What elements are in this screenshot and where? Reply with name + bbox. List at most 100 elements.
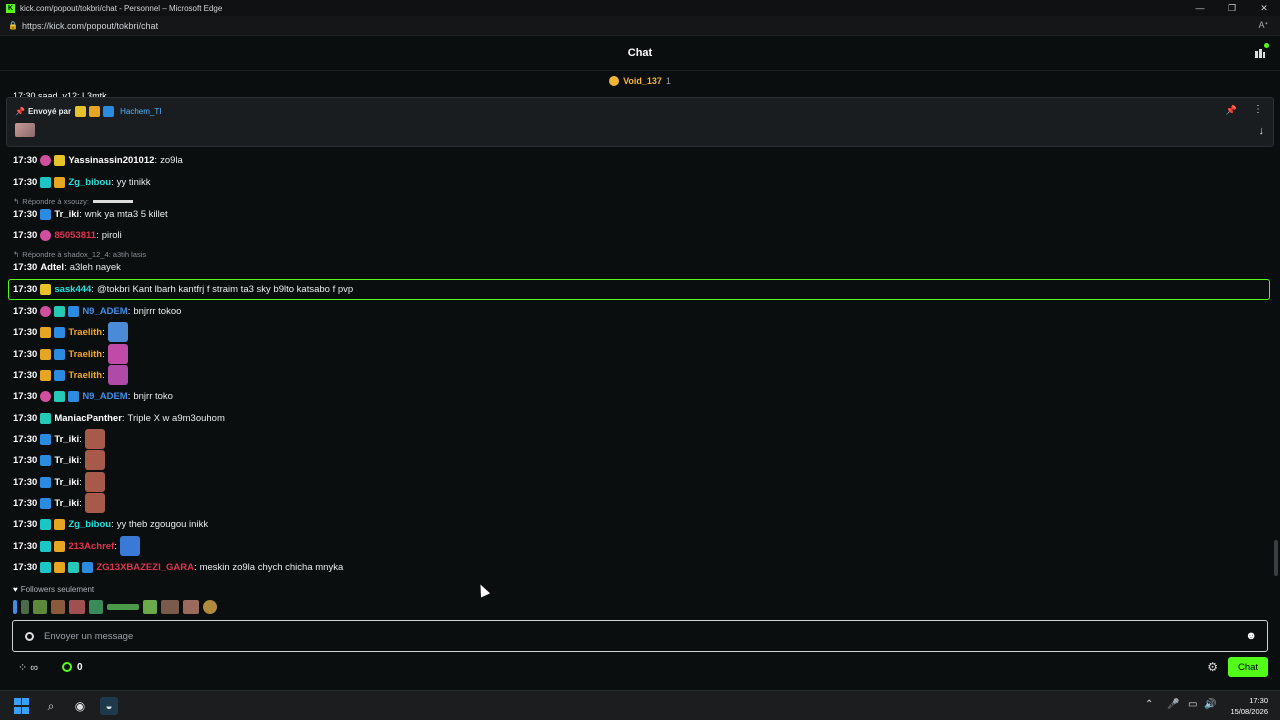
message-input-box[interactable]: ☻ [12,620,1268,652]
user-badge-icon [82,561,94,573]
message-username[interactable]: Zg_bibou [68,177,111,188]
chat-message[interactable]: 17:30 Tr_iki: [13,429,105,449]
followers-only-notice: ♥ Followers seulement [13,585,94,594]
chat-message[interactable]: 17:30 Yassinassin201012: zo9la [13,151,183,169]
chat-message[interactable]: 17:30 Tr_iki: [13,472,105,492]
message-username[interactable]: Yassinassin201012 [68,155,154,166]
chat-message[interactable]: 17:30 N9_ADEM: bnjrr toko [13,387,173,405]
emote[interactable] [51,600,65,614]
emote[interactable] [21,600,29,614]
search-icon[interactable]: ⌕ [42,697,60,715]
pin-icon[interactable]: 📌 [1226,105,1237,116]
chat-message[interactable]: 17:30 N9_ADEM: bnjrrr tokoo [13,302,181,320]
network-icon[interactable]: ▭ [1188,699,1197,710]
heart-icon: ♥ [13,585,18,594]
edge-icon[interactable]: ◒ [100,697,118,715]
user-badge-icon [40,229,52,241]
reply-text: Répondre à shadox_12_4: a3tih lasis [22,250,147,259]
message-input[interactable] [44,630,1194,642]
windows-start-icon[interactable] [12,697,30,715]
chat-message[interactable]: 17:30 213Achref: [13,536,140,556]
mention-highlight [8,279,1270,300]
gift-count: 1 [665,76,671,86]
emoji-picker-icon[interactable]: ☻ [1245,630,1257,642]
emote[interactable] [143,600,157,614]
clock[interactable]: 17:30 15/08/2026 [1230,695,1268,717]
gift-leaderboard[interactable]: Void_137 1 [0,73,1280,89]
gear-icon[interactable]: ⚙ [1207,660,1218,674]
verified-badge-icon [103,106,115,117]
microphone-icon[interactable]: 🎤 [1167,699,1179,710]
message-username[interactable]: N9_ADEM [82,391,127,402]
emote[interactable] [33,600,47,614]
pinned-message[interactable]: 📌 Envoyé par Hachem_TI 📌 ⋮ ↓ [6,97,1274,147]
chat-message[interactable]: 17:30 ManiacPanther: Triple X w a9m3ouhom [13,409,225,427]
chat-message[interactable]: 17:30 Tr_iki: wnk ya mta3 5 killet [13,205,168,223]
message-time: 17:30 [13,454,38,466]
chat-message[interactable]: 17:30 Traelith: [13,322,128,342]
emote[interactable] [89,600,103,614]
chat-emote [119,536,140,556]
message-username[interactable]: Traelith [68,370,102,381]
address-bar[interactable]: 🔒 https://kick.com/popout/tokbri/chat Aᐩ [0,16,1280,36]
message-username[interactable]: Adtel [40,262,64,273]
chat-message[interactable]: 17:30 Adtel: a3leh nayek [13,258,121,276]
message-username[interactable]: ZG13XBAZEZI_GARA [96,562,194,573]
chat-message[interactable]: 17:30 Tr_iki: [13,493,105,513]
emote[interactable] [203,600,217,614]
reply-indicator[interactable]: ↰ Répondre à xsouzy: [13,197,134,206]
infinity-icon[interactable]: ⁘ ∞ [18,661,38,674]
users-icon[interactable] [1254,43,1269,58]
chat-message[interactable]: 17:30 85053811: piroli [13,226,122,244]
pinned-user[interactable]: Hachem_TI [120,107,161,116]
url-text[interactable]: https://kick.com/popout/tokbri/chat [22,21,158,31]
message-username[interactable]: Tr_iki [54,477,79,488]
recent-emotes[interactable] [13,600,217,614]
scrollbar[interactable] [1274,540,1278,576]
chat-message[interactable]: 17:30 Traelith: [13,365,128,385]
user-badge-icon [54,176,66,188]
message-username[interactable]: Tr_iki [54,498,79,509]
chat-send-button[interactable]: Chat [1228,657,1268,677]
emote[interactable] [107,604,139,610]
message-username[interactable]: Tr_iki [54,455,79,466]
arrow-down-icon[interactable]: ↓ [1259,125,1265,137]
message-username[interactable]: N9_ADEM [82,306,127,317]
message-username[interactable]: Tr_iki [54,209,79,220]
emote[interactable] [13,600,17,614]
more-options-icon[interactable]: ⋮ [1253,104,1263,115]
chat-message[interactable]: 17:30 Zg_bibou: yy theb zgougou inikk [13,515,208,533]
colon: : [111,518,114,530]
volume-icon[interactable]: 🔊 [1204,699,1216,710]
reply-indicator[interactable]: ↰ Répondre à shadox_12_4: a3tih lasis [13,250,146,259]
emote[interactable] [161,600,179,614]
message-username[interactable]: ManiacPanther [54,413,122,424]
close-window-button[interactable]: ✕ [1248,0,1280,16]
restore-button[interactable]: ❐ [1216,0,1248,16]
read-aloud-icon[interactable]: Aᐩ [1258,20,1268,31]
user-badge-icon [68,390,80,402]
message-username[interactable]: 85053811 [54,230,96,241]
chat-message[interactable]: 17:30 Zg_bibou: yy tinikk [13,173,151,191]
user-badge-icon [54,540,66,552]
message-username[interactable]: Traelith [68,349,102,360]
message-username[interactable]: Traelith [68,327,102,338]
steam-icon[interactable]: ◉ [71,697,89,715]
message-username[interactable]: Zg_bibou [68,519,111,530]
clock-time: 17:30 [1249,696,1268,705]
chat-message[interactable]: 17:30 ZG13XBAZEZI_GARA: meskin zo9la chych… [13,558,343,576]
message-username[interactable]: Tr_iki [54,434,79,445]
user-badge-icon [68,561,80,573]
message-username[interactable]: 213Achref [68,541,114,552]
message-time: 17:30 [13,561,38,573]
emote[interactable] [69,600,85,614]
emote[interactable] [183,600,199,614]
points-icon[interactable] [62,662,72,672]
message-time: 17:30 [13,176,38,188]
minimize-button[interactable]: — [1184,0,1216,16]
user-badge-icon [54,390,66,402]
chat-message[interactable]: 17:30 Tr_iki: [13,450,105,470]
gifter-name[interactable]: Void_137 [623,76,662,86]
chat-message[interactable]: 17:30 Traelith: [13,344,128,364]
chevron-up-icon[interactable]: ⌃ [1145,699,1153,710]
